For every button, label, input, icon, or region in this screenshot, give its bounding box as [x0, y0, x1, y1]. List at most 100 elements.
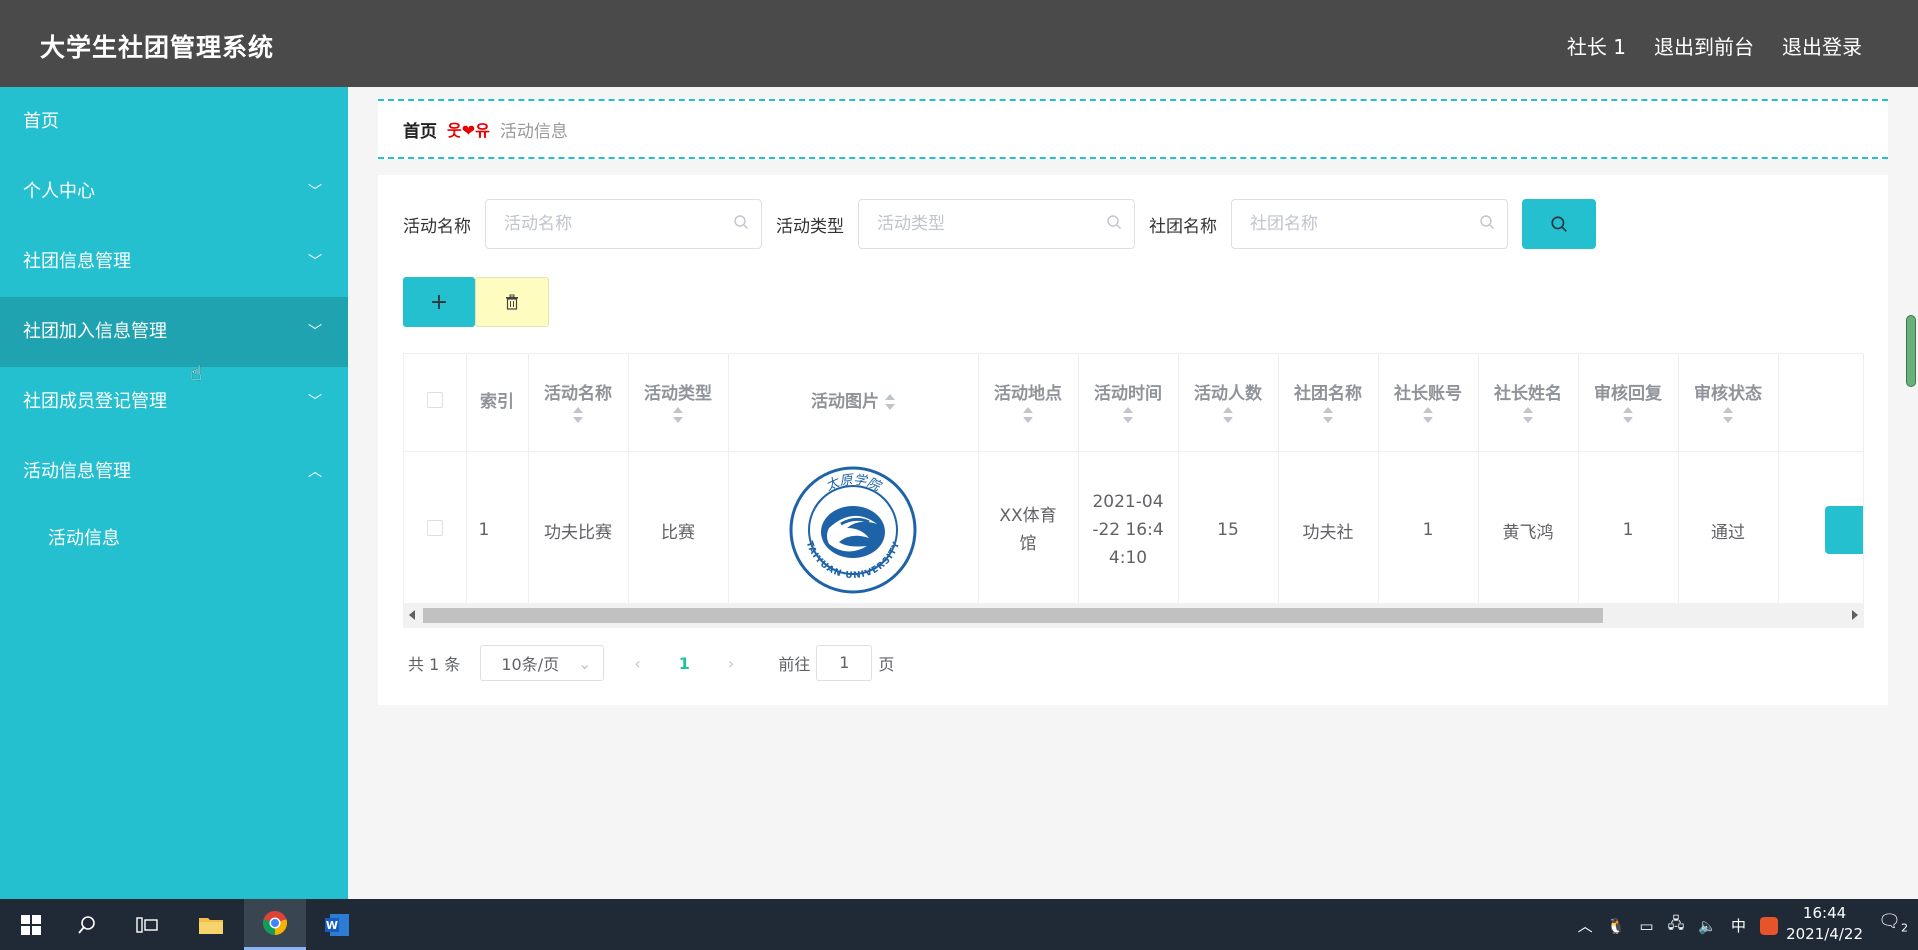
- notification-icon: 🗨: [1878, 911, 1901, 932]
- chevron-up-icon: ︿: [308, 464, 322, 480]
- cell-review-status: 通过: [1678, 451, 1779, 610]
- breadcrumb-current: 活动信息: [499, 121, 568, 142]
- cell-operations: [1778, 451, 1863, 610]
- add-button[interactable]: +: [403, 277, 475, 327]
- column-header[interactable]: 审核回复: [1578, 354, 1679, 452]
- logout-link[interactable]: 退出登录: [1782, 31, 1862, 60]
- sidebar-item-label: 社团信息管理: [23, 251, 131, 272]
- column-header[interactable]: 审核状态: [1678, 354, 1779, 452]
- column-header-label: 活动地点: [994, 384, 1062, 405]
- clock-time: 16:44: [1802, 904, 1847, 922]
- sidebar-item-label: 活动信息管理: [23, 461, 131, 482]
- column-header[interactable]: 活动时间: [1078, 354, 1179, 452]
- table-row: 1 功夫比赛 比赛 太原学院 TAIYUAN UNIVERSITY XX体育馆 …: [404, 451, 1863, 610]
- chevron-down-icon: ﹀: [308, 324, 322, 340]
- activity-type-input[interactable]: [859, 200, 1134, 248]
- page-size-select[interactable]: 10条/页 ⌄: [480, 645, 605, 681]
- sidebar-subitem-label: 活动信息: [48, 528, 120, 549]
- ime-indicator[interactable]: 中: [1731, 915, 1746, 936]
- column-header[interactable]: 活动地点: [978, 354, 1079, 452]
- view-detail-button[interactable]: [1824, 506, 1863, 554]
- sort-icon[interactable]: [1023, 407, 1033, 424]
- activity-type-field: [858, 199, 1135, 249]
- activity-name-input[interactable]: [486, 200, 761, 248]
- next-page-button[interactable]: ›: [728, 654, 734, 673]
- task-view-button[interactable]: [116, 899, 178, 950]
- sort-icon[interactable]: [1323, 407, 1333, 424]
- os-taskbar: W ︿ 🐧 ▭ 🖧 🔈 中 16:44 2021/4/22 🗨2: [0, 899, 1918, 950]
- cell-time: 2021-04-22 16:44:10: [1078, 451, 1179, 610]
- sort-icon[interactable]: [1223, 407, 1233, 424]
- taskbar-clock[interactable]: 16:44 2021/4/22: [1786, 903, 1863, 945]
- sort-icon[interactable]: [1423, 407, 1433, 424]
- sort-icon[interactable]: [573, 407, 583, 424]
- system-tray: ︿ 🐧 ▭ 🖧 🔈 中: [1578, 913, 1778, 938]
- column-header-label: 社团名称: [1294, 384, 1362, 405]
- sort-icon[interactable]: [1123, 407, 1133, 424]
- task-view-icon: [136, 916, 158, 933]
- column-header[interactable]: 活动类型: [628, 354, 729, 452]
- scroll-left-arrow-icon[interactable]: [409, 610, 415, 620]
- column-header[interactable]: 活动图片: [728, 354, 979, 452]
- club-name-field: [1231, 199, 1508, 249]
- sidebar: 首页 个人中心 ﹀ 社团信息管理 ﹀ 社团加入信息管理 ﹀ 社团成员登记管理 ﹀…: [0, 87, 348, 899]
- chevron-down-icon: ﹀: [308, 394, 322, 410]
- breadcrumb-separator: 웃❤유: [447, 121, 490, 140]
- cell-activity-image: 太原学院 TAIYUAN UNIVERSITY: [728, 451, 979, 610]
- windows-start-button[interactable]: [0, 899, 62, 950]
- windows-icon: [21, 914, 41, 935]
- taskbar-search-button[interactable]: [56, 899, 118, 950]
- chevron-down-icon: ﹀: [308, 184, 322, 200]
- sidebar-subitem-activity-info[interactable]: 活动信息: [0, 507, 348, 571]
- club-name-input[interactable]: [1232, 200, 1507, 248]
- sidebar-item-member-registration[interactable]: 社团成员登记管理 ﹀: [0, 367, 348, 437]
- svg-text:W: W: [326, 919, 338, 932]
- sidebar-item-activity-management[interactable]: 活动信息管理 ︿: [0, 437, 348, 507]
- cell-activity-name: 功夫比赛: [528, 451, 629, 610]
- word-button[interactable]: W: [306, 899, 368, 950]
- sort-icon[interactable]: [1623, 407, 1633, 424]
- column-header[interactable]: 活动名称: [528, 354, 629, 452]
- page-number-current[interactable]: 1: [679, 654, 690, 673]
- column-header[interactable]: 活动人数: [1178, 354, 1279, 452]
- sidebar-item-club-join[interactable]: 社团加入信息管理 ﹀: [0, 297, 348, 367]
- qq-icon[interactable]: 🐧: [1607, 917, 1626, 935]
- sort-icon[interactable]: [1523, 407, 1533, 424]
- scrollbar-thumb[interactable]: [423, 608, 1603, 623]
- column-header[interactable]: 社团名称: [1278, 354, 1379, 452]
- scroll-right-arrow-icon[interactable]: [1852, 610, 1858, 620]
- sort-icon[interactable]: [885, 394, 895, 411]
- sort-icon[interactable]: [673, 407, 683, 424]
- sidebar-item-club-info[interactable]: 社团信息管理 ﹀: [0, 227, 348, 297]
- operations-header: [1778, 354, 1863, 452]
- network-icon[interactable]: 🖧: [1668, 913, 1685, 938]
- battery-icon[interactable]: ▭: [1639, 917, 1653, 935]
- cell-review-reply: 1: [1578, 451, 1679, 610]
- sort-icon[interactable]: [1723, 407, 1733, 424]
- sidebar-item-personal-center[interactable]: 个人中心 ﹀: [0, 157, 348, 227]
- page-scrollbar-thumb[interactable]: [1906, 315, 1916, 387]
- goto-page-input[interactable]: 1: [816, 645, 873, 681]
- column-header[interactable]: 社长姓名: [1478, 354, 1579, 452]
- front-page-link[interactable]: 退出到前台: [1654, 31, 1754, 60]
- delete-button[interactable]: [475, 277, 549, 327]
- select-all-checkbox[interactable]: [426, 391, 443, 408]
- search-button[interactable]: [1522, 199, 1596, 249]
- cell-activity-type: 比赛: [628, 451, 729, 610]
- chrome-button[interactable]: [244, 899, 306, 950]
- row-checkbox[interactable]: [426, 519, 443, 536]
- sogou-icon[interactable]: [1760, 916, 1778, 935]
- notification-button[interactable]: 🗨2: [1878, 911, 1908, 935]
- volume-icon[interactable]: 🔈: [1698, 917, 1717, 935]
- file-explorer-button[interactable]: [180, 899, 242, 950]
- trash-icon: [506, 294, 518, 310]
- data-table: 索引 活动名称 活动类型 活动图片 活动地点 活动时间 活动人数 社团名称 社长…: [403, 353, 1864, 628]
- table-horizontal-scrollbar[interactable]: [403, 603, 1864, 628]
- prev-page-button[interactable]: ‹: [634, 654, 640, 673]
- search-icon: [1551, 216, 1567, 232]
- current-user-link[interactable]: 社长 1: [1567, 31, 1626, 60]
- sidebar-item-home[interactable]: 首页: [0, 87, 348, 157]
- column-header[interactable]: 社长账号: [1378, 354, 1479, 452]
- breadcrumb-home[interactable]: 首页: [403, 117, 437, 142]
- tray-expand-icon[interactable]: ︿: [1578, 915, 1593, 936]
